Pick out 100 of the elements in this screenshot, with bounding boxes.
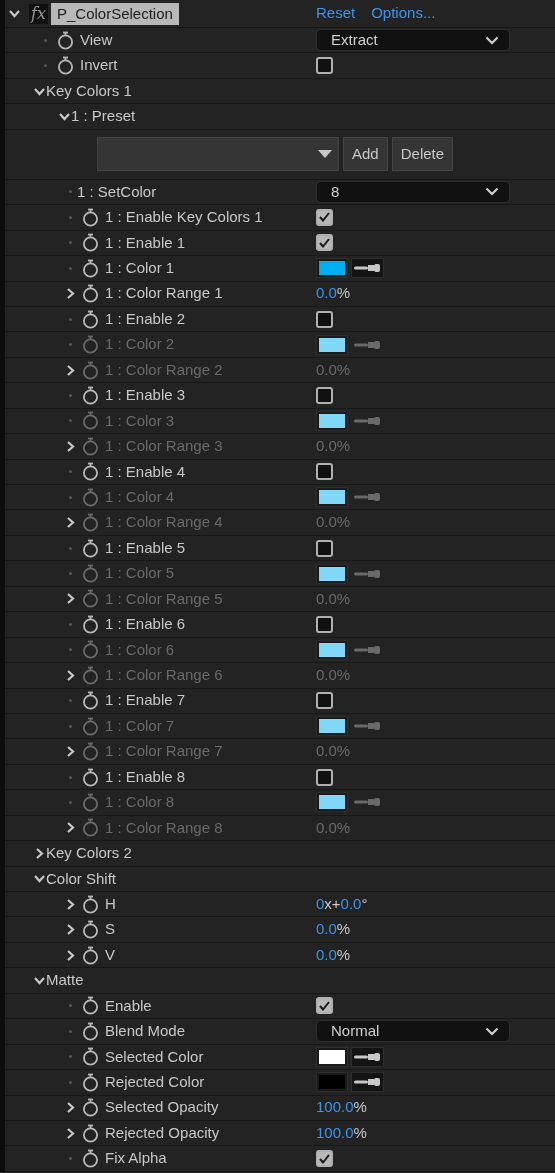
bullet-icon: [68, 343, 72, 347]
param-label: 1 : Enable 7: [105, 690, 186, 711]
param-label: H: [105, 893, 116, 914]
color-swatch[interactable]: [316, 258, 348, 279]
stopwatch-icon[interactable]: [82, 385, 99, 405]
param-label: 1 : Enable 1: [105, 232, 186, 253]
stopwatch-icon[interactable]: [57, 30, 74, 50]
effect-link[interactable]: Reset: [316, 2, 356, 25]
checkbox[interactable]: [316, 234, 333, 252]
stopwatch-icon[interactable]: [82, 258, 99, 278]
color-swatch[interactable]: [316, 1046, 348, 1067]
param-label: 1 : Enable Key Colors 1: [105, 207, 263, 228]
value-text[interactable]: 0.0%: [316, 943, 351, 967]
value-text[interactable]: 0.0%: [316, 918, 351, 941]
bullet-icon: [68, 393, 72, 397]
chevron-down-icon: [485, 35, 499, 45]
param-label: 1 : Enable 5: [105, 537, 186, 558]
bullet-icon: [68, 1029, 72, 1033]
stopwatch-icon[interactable]: [82, 614, 99, 634]
preset-button[interactable]: Add: [343, 137, 388, 172]
stopwatch-icon[interactable]: [82, 538, 99, 558]
checkbox[interactable]: [316, 386, 333, 404]
eyedropper-icon[interactable]: [351, 1072, 384, 1093]
bullet-icon: [68, 495, 72, 499]
checkbox[interactable]: [316, 463, 333, 481]
checkbox[interactable]: [316, 310, 333, 328]
checkbox[interactable]: [316, 615, 333, 633]
bullet-icon: [68, 1004, 72, 1008]
bullet-icon: [68, 572, 72, 576]
stopwatch-icon[interactable]: [82, 767, 99, 787]
checkbox[interactable]: [316, 768, 333, 786]
param-label: View: [80, 29, 113, 50]
param-label: 1 : Color 3: [105, 410, 175, 431]
group-label: Key Colors 1: [46, 80, 132, 101]
fx-icon[interactable]: fx: [29, 3, 48, 24]
eyedropper-icon[interactable]: [351, 258, 384, 279]
param-label: 1 : Enable 2: [105, 308, 186, 329]
stopwatch-icon[interactable]: [82, 1021, 99, 1041]
group-label: Color Shift: [46, 868, 117, 889]
param-label: 1 : Color Range 4: [105, 512, 223, 533]
checkbox[interactable]: [316, 692, 333, 710]
dropdown[interactable]: Normal: [316, 1020, 510, 1043]
checkbox[interactable]: [316, 997, 333, 1015]
dropdown[interactable]: 8: [316, 180, 510, 203]
effect-link[interactable]: Options...: [371, 2, 436, 25]
stopwatch-icon[interactable]: [82, 1072, 99, 1092]
value-text[interactable]: 100.0%: [316, 1121, 367, 1145]
stopwatch-icon[interactable]: [82, 233, 99, 253]
preset-button[interactable]: Delete: [391, 137, 454, 172]
stopwatch-icon[interactable]: [57, 56, 74, 76]
param-label: 1 : Color Range 1: [105, 283, 223, 304]
param-label: 1 : Color Range 5: [105, 588, 223, 609]
bullet-icon: [68, 470, 72, 474]
bullet-icon: [68, 622, 72, 626]
stopwatch-icon[interactable]: [82, 920, 99, 940]
stopwatch-icon[interactable]: [82, 1123, 99, 1143]
value-text[interactable]: 0x+0.0°: [316, 892, 368, 916]
param-label: V: [105, 944, 115, 965]
param-label: 1 : Enable 6: [105, 614, 186, 635]
checkbox[interactable]: [316, 1150, 333, 1168]
param-label: 1 : Color 5: [105, 563, 175, 584]
param-label: Fix Alpha: [105, 1148, 167, 1169]
stopwatch-icon[interactable]: [82, 1098, 99, 1118]
param-label: 1 : Color Range 2: [105, 359, 223, 380]
value-text[interactable]: 100.0%: [316, 1096, 367, 1119]
param-label: 1 : Color 1: [105, 258, 175, 279]
dropdown-arrow-icon: [318, 150, 332, 159]
checkbox[interactable]: [316, 57, 333, 75]
bullet-icon: [68, 724, 72, 728]
eyedropper-icon[interactable]: [351, 1046, 384, 1067]
param-label: 1 : Color Range 8: [105, 817, 223, 838]
param-label: S: [105, 919, 115, 940]
param-label: 1 : Color 2: [105, 334, 175, 355]
color-swatch[interactable]: [316, 1072, 348, 1093]
stopwatch-icon[interactable]: [82, 945, 99, 965]
dropdown[interactable]: Extract: [316, 29, 510, 52]
stopwatch-icon[interactable]: [82, 691, 99, 711]
checkbox[interactable]: [316, 539, 333, 557]
bullet-icon: [68, 775, 72, 779]
stopwatch-icon[interactable]: [82, 284, 99, 304]
param-label: 1 : Color Range 6: [105, 665, 223, 686]
checkbox[interactable]: [316, 208, 333, 226]
stopwatch-icon[interactable]: [82, 894, 99, 914]
bullet-icon: [68, 215, 72, 219]
stopwatch-icon[interactable]: [82, 1047, 99, 1067]
group-label: 1 : Preset: [71, 106, 136, 127]
stopwatch-icon[interactable]: [82, 996, 99, 1016]
bullet-icon: [68, 800, 72, 804]
bullet-icon: [68, 648, 72, 652]
stopwatch-icon[interactable]: [82, 207, 99, 227]
bullet-icon: [68, 241, 72, 245]
bullet-icon: [68, 190, 72, 194]
bullet-icon: [68, 699, 72, 703]
stopwatch-icon[interactable]: [82, 462, 99, 482]
value-text[interactable]: 0.0%: [316, 282, 351, 305]
group-label: Matte: [46, 970, 84, 991]
group-label: Key Colors 2: [46, 843, 132, 864]
stopwatch-icon[interactable]: [82, 1149, 99, 1169]
effect-name: P_ColorSelection: [50, 2, 179, 25]
stopwatch-icon[interactable]: [82, 309, 99, 329]
